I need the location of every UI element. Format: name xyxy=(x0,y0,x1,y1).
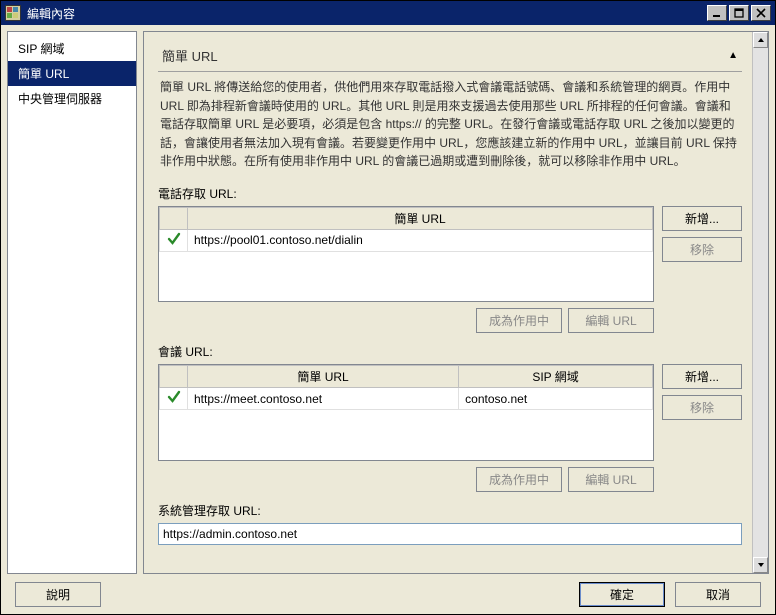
dialin-add-button[interactable]: 新增... xyxy=(662,206,742,231)
dialin-group: 簡單 URL https://pool01.contoso.net/dialin xyxy=(158,206,742,303)
active-check-icon xyxy=(160,388,188,410)
dialin-make-active-button[interactable]: 成為作用中 xyxy=(476,308,562,333)
dialin-header-url: 簡單 URL xyxy=(188,207,653,229)
vertical-scrollbar[interactable] xyxy=(752,32,768,573)
meet-url-cell: https://meet.contoso.net xyxy=(188,388,459,410)
footer: 說明 確定 取消 xyxy=(1,574,775,614)
table-row[interactable]: https://meet.contoso.net contoso.net xyxy=(160,388,653,410)
meet-domain-cell: contoso.net xyxy=(459,388,653,410)
sidebar-item-sip-domain[interactable]: SIP 網域 xyxy=(8,36,136,61)
ok-button[interactable]: 確定 xyxy=(579,582,665,607)
scroll-track[interactable] xyxy=(753,48,768,557)
body: SIP 網域 簡單 URL 中央管理伺服器 簡單 URL ▲ 簡單 URL 將傳… xyxy=(1,25,775,574)
sidebar-item-label: 簡單 URL xyxy=(18,67,69,81)
meet-label: 會議 URL: xyxy=(158,343,742,360)
meet-header-url: 簡單 URL xyxy=(188,366,459,388)
admin-label: 系統管理存取 URL: xyxy=(158,502,742,519)
sidebar-item-label: 中央管理伺服器 xyxy=(18,92,102,106)
sidebar-item-simple-url[interactable]: 簡單 URL xyxy=(8,61,136,86)
title-bar: 編輯內容 xyxy=(1,1,775,25)
app-icon xyxy=(5,5,21,21)
meet-add-button[interactable]: 新增... xyxy=(662,364,742,389)
section-description: 簡單 URL 將傳送給您的使用者，供他們用來存取電話撥入式會議電話號碼、會議和系… xyxy=(160,78,740,171)
dialin-table: 簡單 URL https://pool01.contoso.net/dialin xyxy=(158,206,654,303)
dialin-remove-button[interactable]: 移除 xyxy=(662,237,742,262)
sidebar-item-label: SIP 網域 xyxy=(18,42,64,56)
window: 編輯內容 SIP 網域 簡單 URL 中央管理伺服器 xyxy=(0,0,776,615)
dialin-edit-url-button[interactable]: 編輯 URL xyxy=(568,308,654,333)
admin-url-input[interactable] xyxy=(158,523,742,545)
window-buttons xyxy=(707,5,771,21)
section-header[interactable]: 簡單 URL ▲ xyxy=(158,38,742,72)
dialin-url-cell: https://pool01.contoso.net/dialin xyxy=(188,229,653,251)
scroll-up-icon[interactable] xyxy=(753,32,768,48)
meet-remove-button[interactable]: 移除 xyxy=(662,395,742,420)
content: 簡單 URL ▲ 簡單 URL 將傳送給您的使用者，供他們用來存取電話撥入式會議… xyxy=(144,32,752,573)
window-title: 編輯內容 xyxy=(27,5,707,22)
meet-edit-url-button[interactable]: 編輯 URL xyxy=(568,467,654,492)
collapse-icon: ▲ xyxy=(728,50,738,61)
main-panel: 簡單 URL ▲ 簡單 URL 將傳送給您的使用者，供他們用來存取電話撥入式會議… xyxy=(143,31,769,574)
table-row[interactable]: https://pool01.contoso.net/dialin xyxy=(160,229,653,251)
cancel-button[interactable]: 取消 xyxy=(675,582,761,607)
scroll-down-icon[interactable] xyxy=(753,557,768,573)
active-check-icon xyxy=(160,229,188,251)
minimize-button[interactable] xyxy=(707,5,727,21)
meet-table: 簡單 URL SIP 網域 https://meet.contoso.net c… xyxy=(158,364,654,461)
section-title: 簡單 URL xyxy=(162,46,728,65)
meet-make-active-button[interactable]: 成為作用中 xyxy=(476,467,562,492)
maximize-button[interactable] xyxy=(729,5,749,21)
sidebar: SIP 網域 簡單 URL 中央管理伺服器 xyxy=(7,31,137,574)
meet-header-domain: SIP 網域 xyxy=(459,366,653,388)
help-button[interactable]: 說明 xyxy=(15,582,101,607)
dialin-label: 電話存取 URL: xyxy=(158,185,742,202)
sidebar-item-cms[interactable]: 中央管理伺服器 xyxy=(8,86,136,111)
close-button[interactable] xyxy=(751,5,771,21)
meet-group: 簡單 URL SIP 網域 https://meet.contoso.net c… xyxy=(158,364,742,461)
